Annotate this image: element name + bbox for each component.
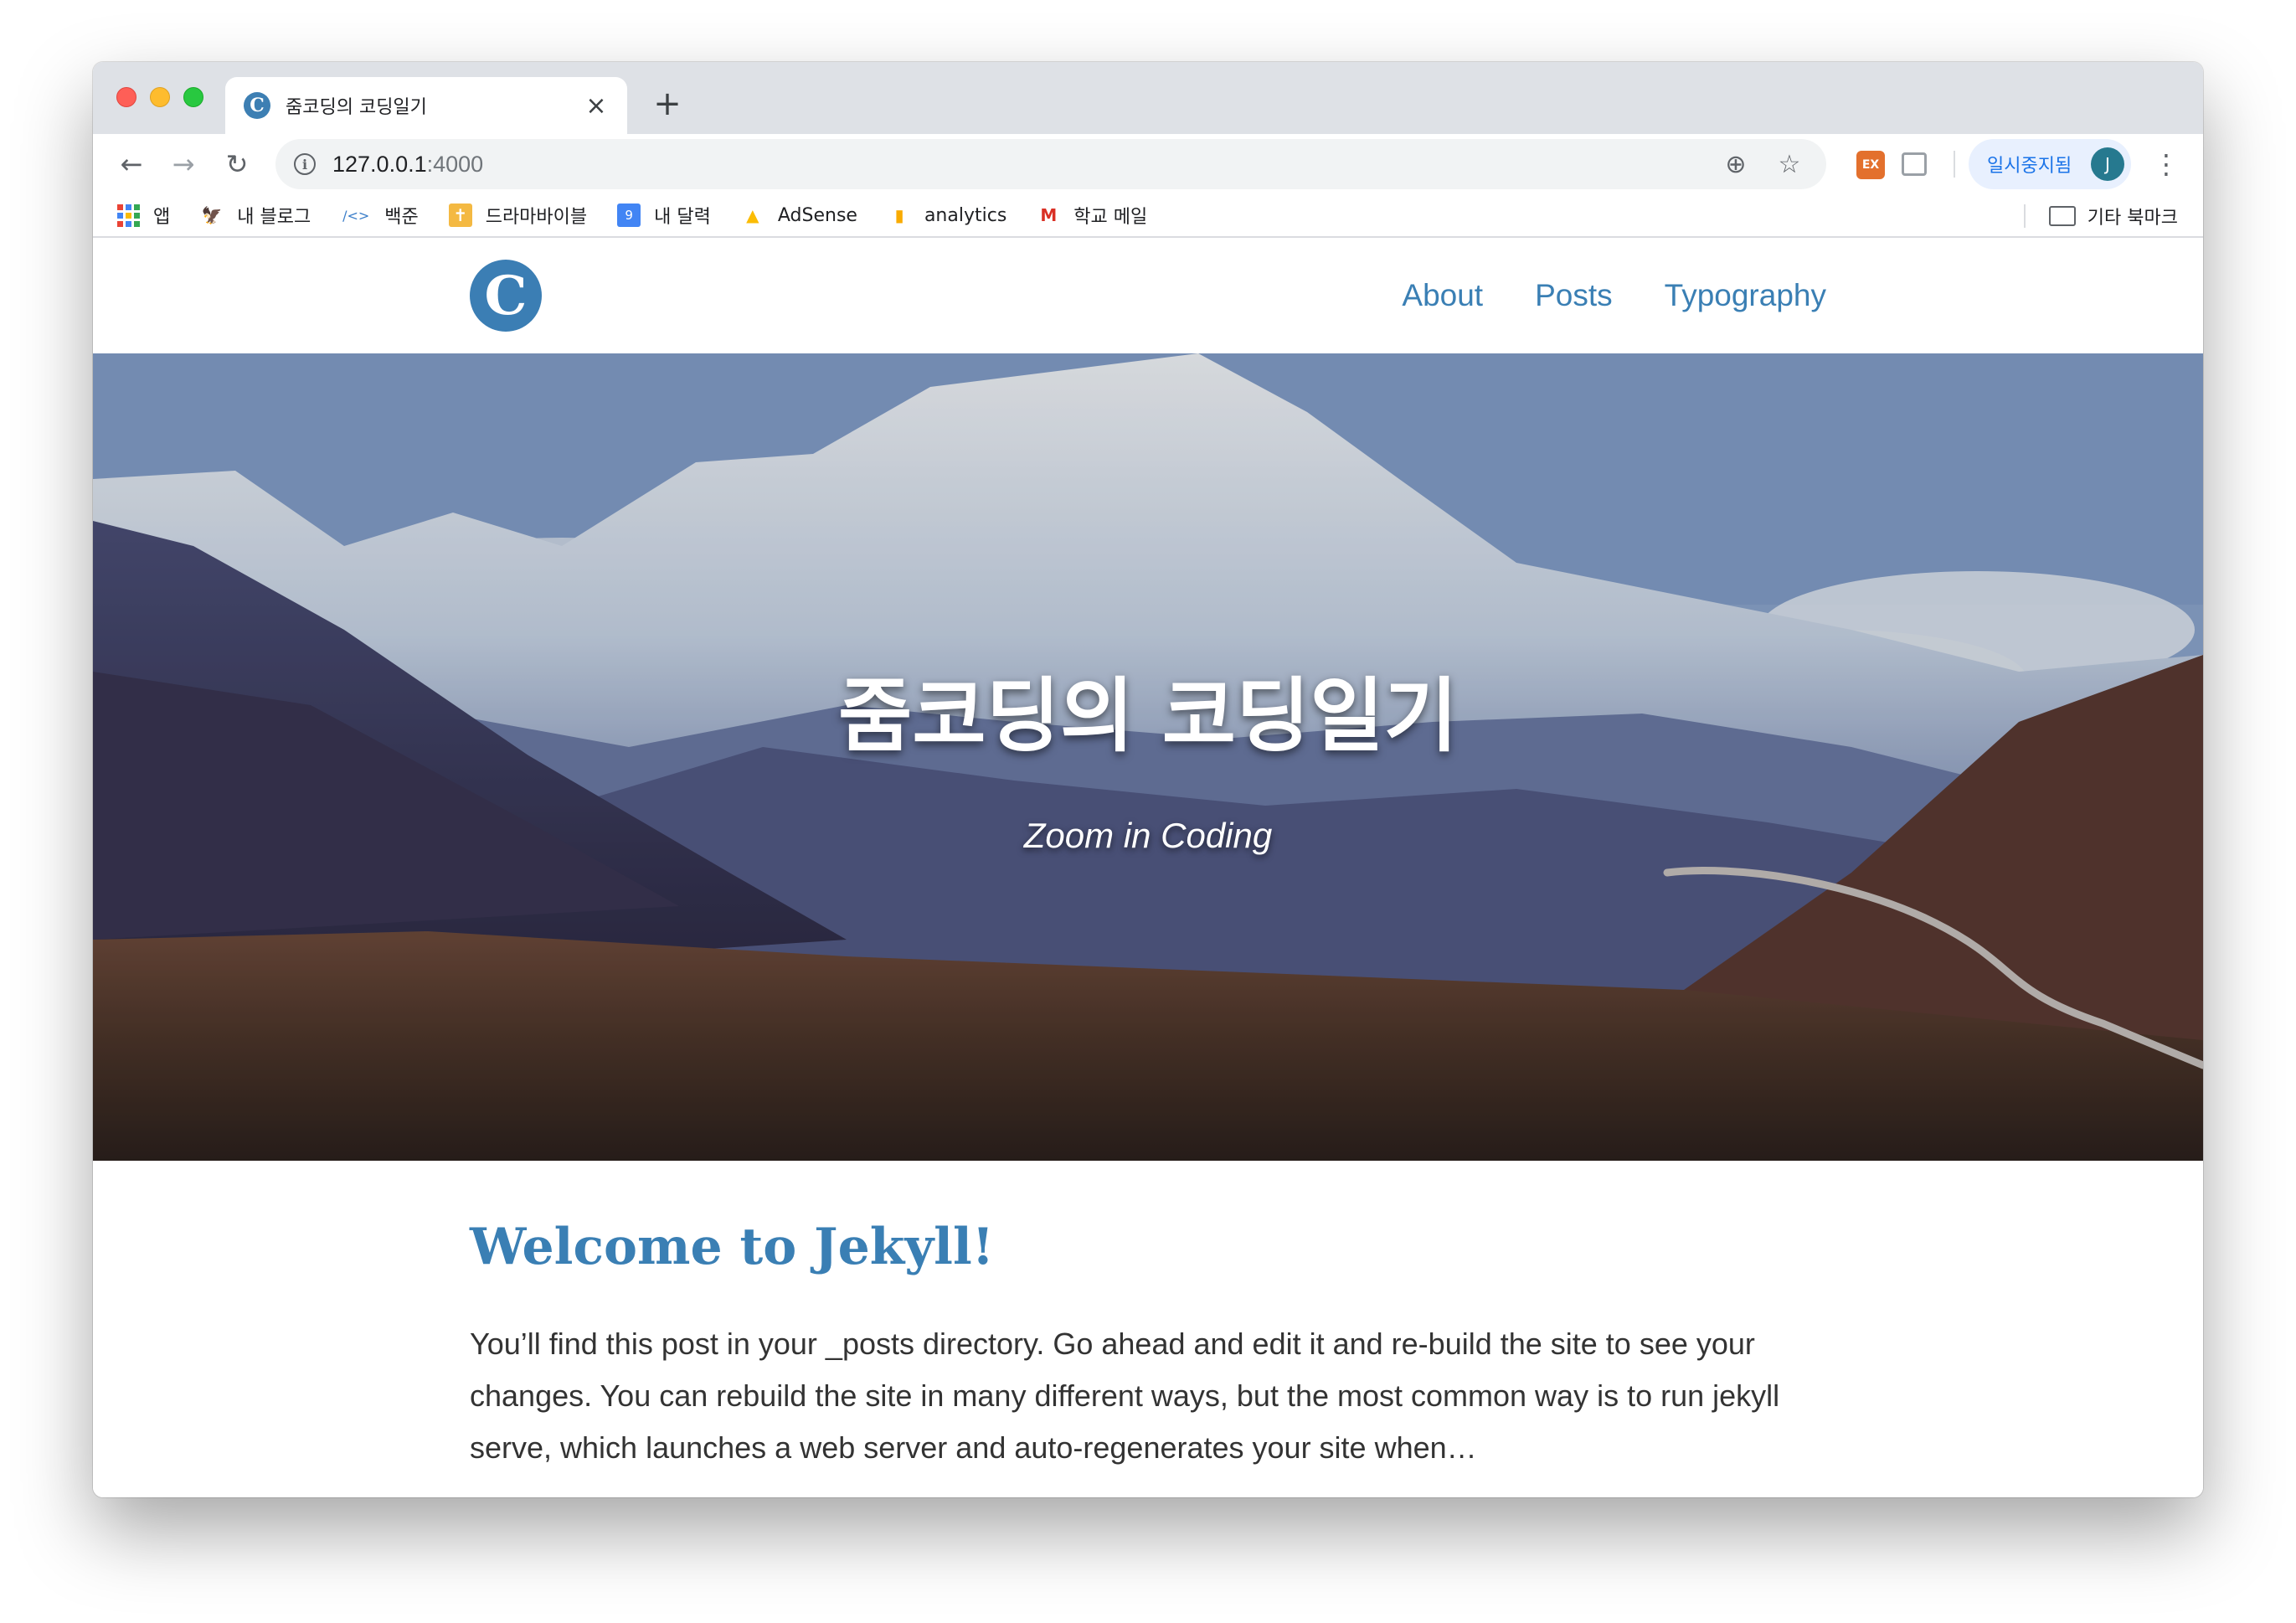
nav-link-about[interactable]: About bbox=[1402, 278, 1483, 313]
forward-button[interactable]: → bbox=[163, 144, 203, 184]
folder-icon bbox=[2048, 206, 2076, 226]
bookmark-adsense[interactable]: ▲ AdSense bbox=[741, 204, 857, 227]
close-window-button[interactable] bbox=[116, 87, 136, 107]
other-bookmarks-label: 기타 북마크 bbox=[2087, 208, 2178, 229]
bookmark-my-blog[interactable]: 🦅 내 블로그 bbox=[200, 202, 311, 229]
site-navbar: C About Posts Typography bbox=[93, 238, 2203, 353]
bookmarks-bar: 앱 🦅 내 블로그 /<> 백준 ✝ 드라마바이블 9 내 달력 ▲ AdSen… bbox=[93, 194, 2203, 238]
tab-strip: C 줌코딩의 코딩일기 × + bbox=[93, 62, 2203, 134]
bookmark-label: 내 블로그 bbox=[237, 207, 311, 228]
bookmark-label: 앱 bbox=[153, 207, 171, 228]
bible-icon: ✝ bbox=[448, 204, 472, 227]
site-nav-links: About Posts Typography bbox=[1350, 238, 1826, 353]
maximize-window-button[interactable] bbox=[183, 87, 203, 107]
zoom-icon[interactable]: ⊕ bbox=[1717, 150, 1754, 179]
gmail-icon: M bbox=[1040, 205, 1058, 225]
site-logo[interactable]: C bbox=[470, 260, 542, 332]
cast-icon[interactable] bbox=[1902, 152, 1927, 176]
hero-title: 줌코딩의 코딩일기 bbox=[838, 669, 1458, 763]
bookmark-label: 백준 bbox=[384, 207, 419, 228]
address-bar[interactable]: i 127.0.0.1:4000 ⊕ ☆ bbox=[275, 139, 1826, 189]
bookmark-calendar[interactable]: 9 내 달력 bbox=[617, 202, 711, 229]
adsense-icon: ▲ bbox=[746, 205, 759, 225]
profile-avatar: J bbox=[2091, 147, 2124, 181]
site-info-icon[interactable]: i bbox=[294, 153, 316, 175]
reload-button[interactable]: ↻ bbox=[217, 144, 257, 184]
hero-subtitle: Zoom in Coding bbox=[1023, 816, 1273, 855]
bookmark-drama-bible[interactable]: ✝ 드라마바이블 bbox=[448, 202, 588, 229]
bookmark-baekjoon[interactable]: /<> 백준 bbox=[341, 202, 419, 229]
profile-paused-chip[interactable]: 일시중지됨 J bbox=[1969, 139, 2131, 189]
extension-ex-icon[interactable]: EX bbox=[1856, 151, 1885, 179]
bookmark-analytics[interactable]: ▮ analytics bbox=[888, 204, 1006, 227]
browser-menu-icon[interactable]: ⋮ bbox=[2149, 144, 2183, 184]
bookmark-label: analytics bbox=[924, 204, 1007, 226]
blog-icon: 🦅 bbox=[201, 205, 223, 225]
post-excerpt: You’ll find this post in your _posts dir… bbox=[470, 1327, 1780, 1465]
url-host: 127.0.0.1 bbox=[332, 151, 427, 177]
toolbar-divider bbox=[1954, 151, 1955, 178]
new-tab-button[interactable]: + bbox=[647, 84, 687, 124]
code-icon: /<> bbox=[342, 207, 370, 224]
toolbar: ← → ↻ i 127.0.0.1:4000 ⊕ ☆ EX 일시중지됨 J ⋮ bbox=[93, 134, 2203, 194]
bookmark-label: 드라마바이블 bbox=[485, 207, 588, 228]
apps-grid-icon bbox=[116, 204, 140, 227]
analytics-icon: ▮ bbox=[894, 205, 904, 225]
site-favicon-icon: C bbox=[244, 92, 270, 119]
post-title-link[interactable]: Welcome to Jekyll! bbox=[470, 1218, 1843, 1276]
hero-banner: 줌코딩의 코딩일기 Zoom in Coding bbox=[93, 353, 2203, 1161]
nav-link-posts[interactable]: Posts bbox=[1535, 278, 1613, 313]
tab-active[interactable]: C 줌코딩의 코딩일기 × bbox=[225, 77, 627, 134]
url-text[interactable]: 127.0.0.1:4000 bbox=[332, 152, 1701, 178]
web-page: C About Posts Typography 줌코딩의 코딩일기 Zoom … bbox=[93, 238, 2203, 1497]
url-port: :4000 bbox=[426, 151, 484, 177]
bookmark-apps[interactable]: 앱 bbox=[116, 202, 170, 229]
minimize-window-button[interactable] bbox=[150, 87, 170, 107]
nav-link-typography[interactable]: Typography bbox=[1665, 278, 1826, 313]
post-preview: Welcome to Jekyll! You’ll find this post… bbox=[470, 1218, 1843, 1474]
browser-window: C 줌코딩의 코딩일기 × + ← → ↻ i 127.0.0.1:4000 ⊕… bbox=[93, 62, 2203, 1497]
other-bookmarks[interactable]: 기타 북마크 bbox=[2023, 194, 2178, 238]
close-tab-icon[interactable]: × bbox=[584, 91, 609, 121]
bookmark-star-icon[interactable]: ☆ bbox=[1771, 150, 1808, 179]
back-button[interactable]: ← bbox=[111, 144, 152, 184]
tab-title: 줌코딩의 코딩일기 bbox=[286, 97, 427, 118]
bookmark-label: AdSense bbox=[777, 204, 857, 226]
bookmark-label: 내 달력 bbox=[654, 207, 711, 228]
bookmark-school-mail[interactable]: M 학교 메일 bbox=[1037, 202, 1147, 229]
calendar-icon: 9 bbox=[617, 204, 641, 227]
paused-label: 일시중지됨 bbox=[1987, 156, 2072, 177]
bookmark-label: 학교 메일 bbox=[1073, 207, 1148, 228]
